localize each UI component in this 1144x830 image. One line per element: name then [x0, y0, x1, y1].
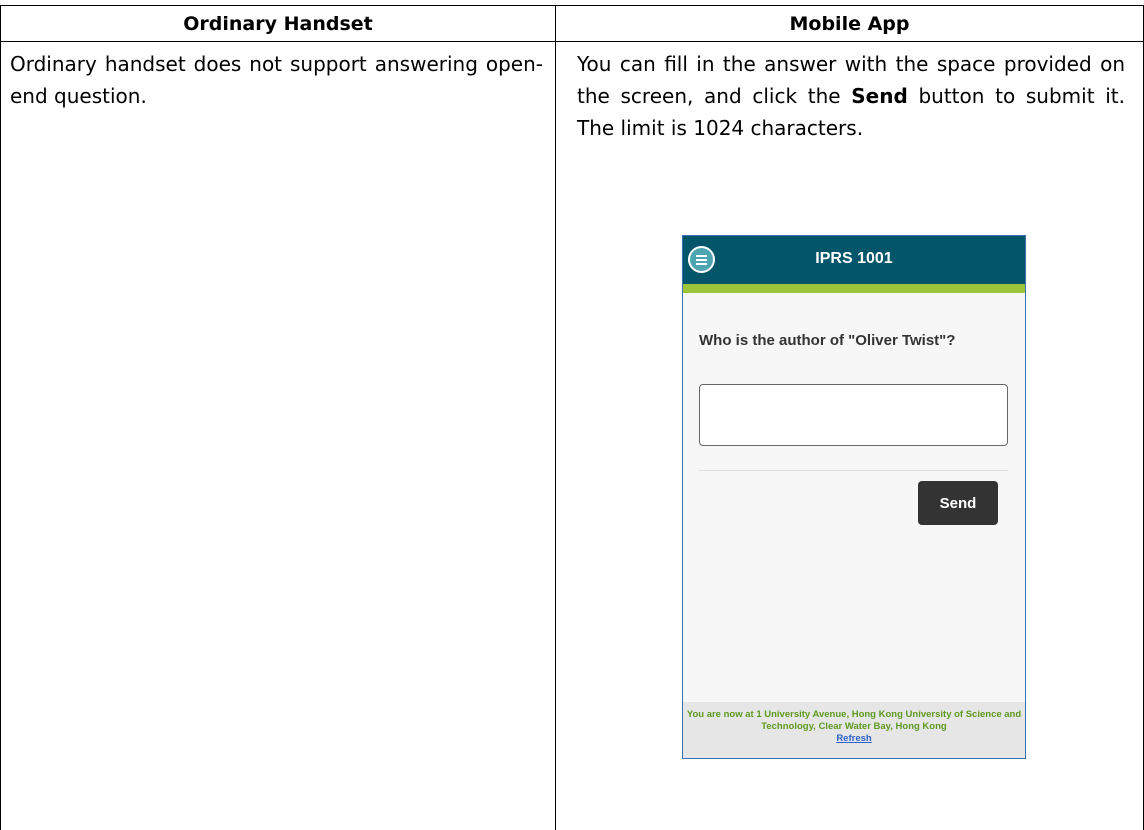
phone-title: IPRS 1001: [815, 250, 893, 267]
divider: [699, 470, 1008, 471]
mobile-app-text: You can fill in the answer with the spac…: [556, 42, 1143, 144]
phone-screenshot: IPRS 1001 Who is the author of "Oliver T…: [682, 235, 1026, 759]
send-bold-term: Send: [851, 84, 908, 108]
header-row: Ordinary Handset Mobile App: [0, 5, 1144, 42]
ordinary-handset-text: Ordinary handset does not support answer…: [10, 52, 543, 108]
accent-bar: [683, 284, 1025, 293]
location-text: You are now at 1 University Avenue, Hong…: [686, 709, 1022, 732]
ordinary-handset-cell: Ordinary handset does not support answer…: [0, 41, 556, 830]
question-text: Who is the author of "Oliver Twist"?: [699, 332, 956, 349]
answer-input[interactable]: [699, 384, 1008, 446]
location-footer: You are now at 1 University Avenue, Hong…: [683, 702, 1025, 758]
header-mobile-app: Mobile App: [555, 5, 1144, 42]
phone-header: IPRS 1001: [683, 236, 1025, 284]
refresh-link[interactable]: Refresh: [836, 733, 871, 744]
send-button[interactable]: Send: [918, 481, 998, 525]
header-ordinary-handset: Ordinary Handset: [0, 5, 556, 42]
